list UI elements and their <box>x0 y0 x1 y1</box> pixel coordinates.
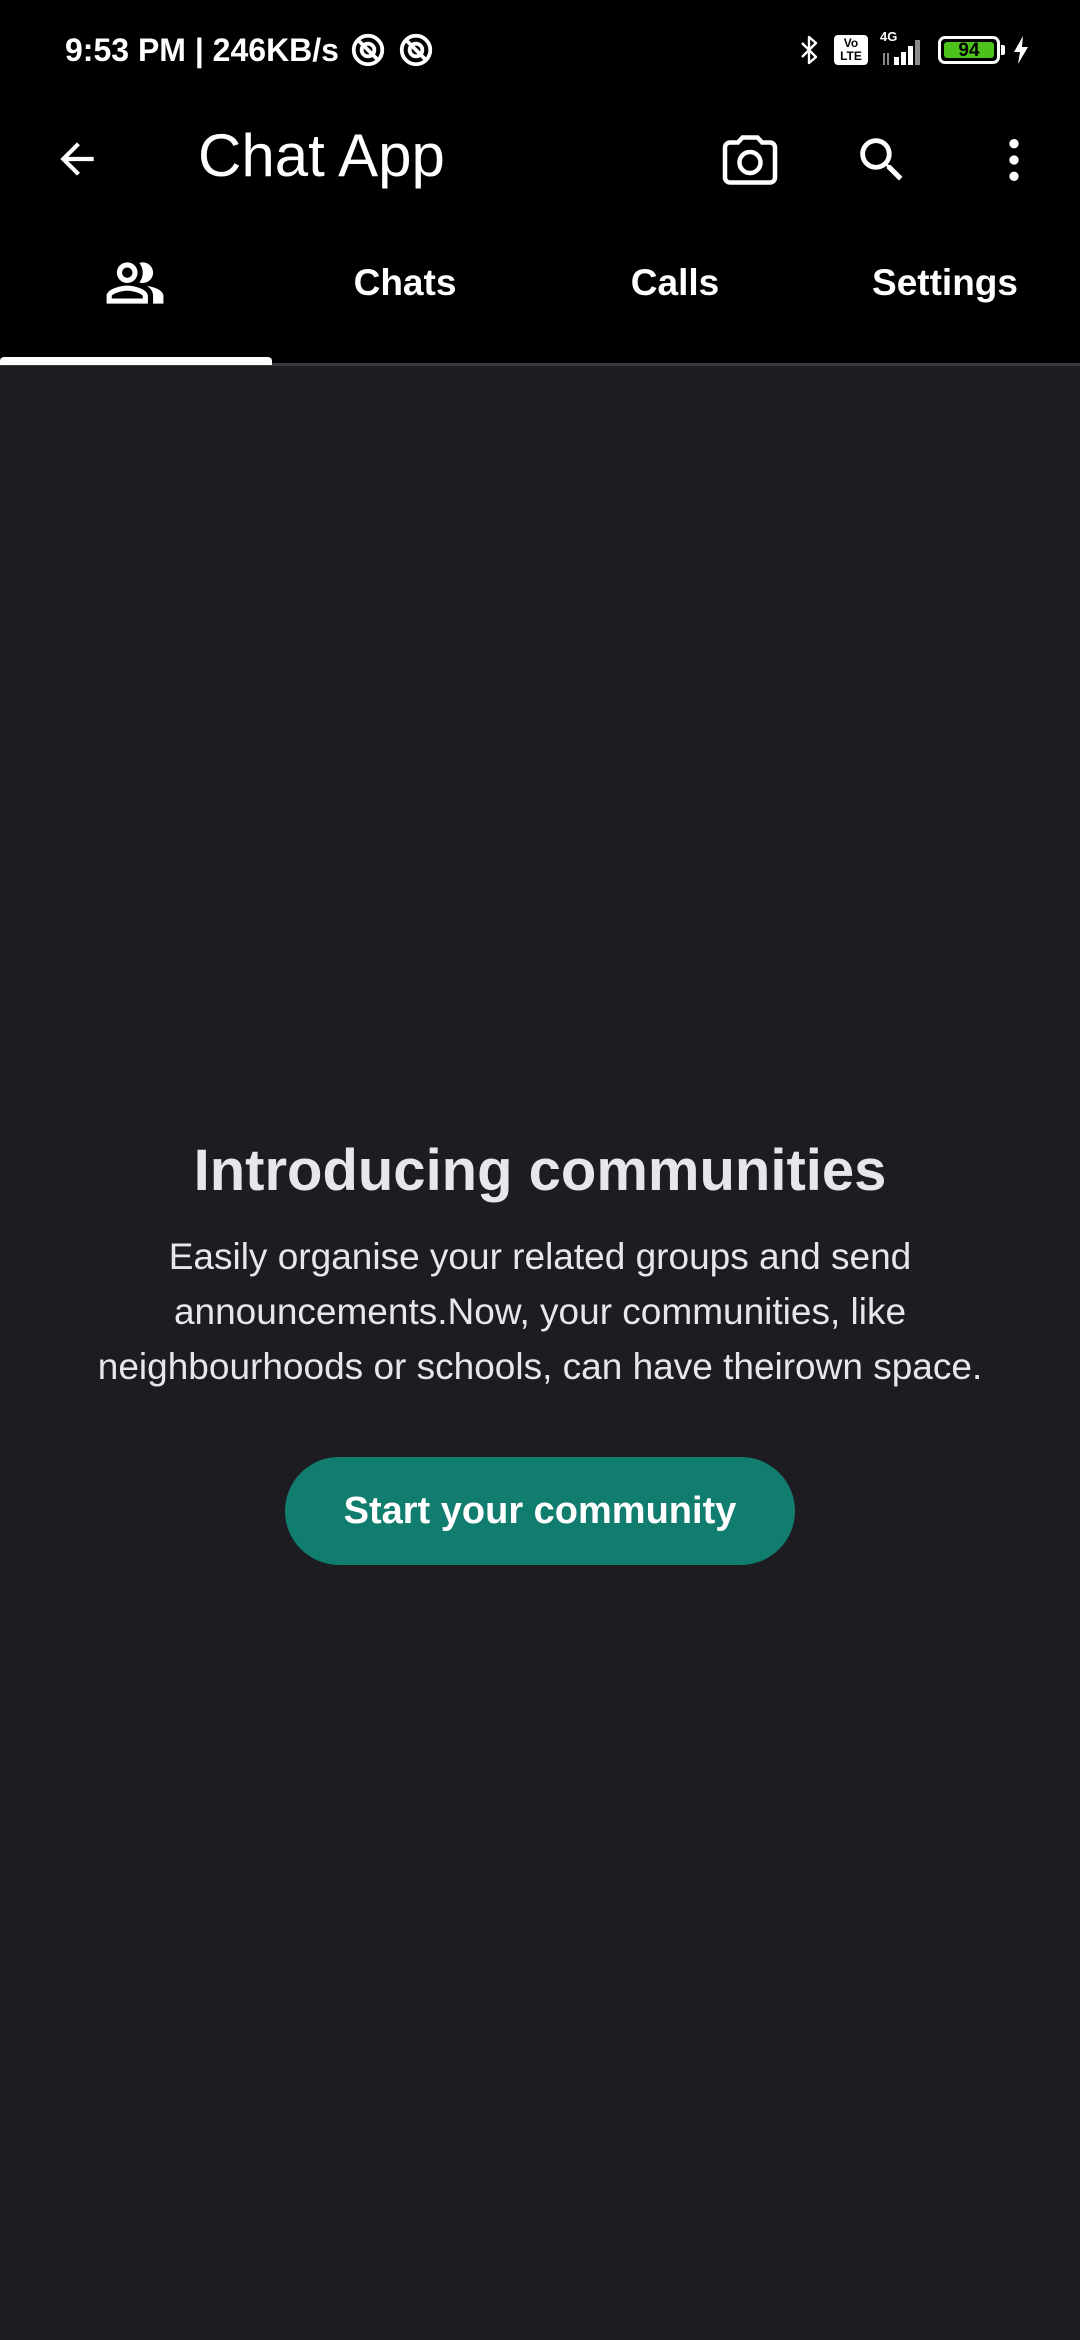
search-icon <box>860 138 903 181</box>
intro-title: Introducing communities <box>193 1138 887 1203</box>
communities-content: Introducing communities Easily organise … <box>0 366 1080 2340</box>
dnd-icon <box>351 33 385 67</box>
volte-icon: Vo LTE <box>834 35 868 65</box>
battery-icon: 94 <box>938 36 1005 64</box>
status-right: Vo LTE 4G 94 <box>798 29 1030 70</box>
tab-settings[interactable]: Settings <box>810 230 1080 336</box>
status-time-speed: 9:53 PM | 246KB/s <box>65 31 339 68</box>
signal-icon: 4G <box>880 29 926 67</box>
back-arrow-icon <box>60 142 94 176</box>
more-options-button[interactable] <box>974 120 1054 200</box>
app-title: Chat App <box>198 122 445 189</box>
tab-calls[interactable]: Calls <box>540 230 810 336</box>
tab-indicator <box>0 357 272 365</box>
intro-description: Easily organise your related groups and … <box>40 1229 1040 1394</box>
dnd-icon <box>399 33 433 67</box>
charging-icon <box>1014 36 1028 64</box>
status-bar: 9:53 PM | 246KB/s Vo LTE 4G 94 <box>0 0 1080 100</box>
status-left: 9:53 PM | 246KB/s <box>65 28 435 72</box>
app-bar: Chat App Chats Calls Settings <box>0 100 1080 310</box>
tab-communities[interactable] <box>0 230 270 336</box>
camera-button[interactable] <box>710 120 790 200</box>
start-community-button[interactable]: Start your community <box>285 1457 795 1565</box>
back-button[interactable] <box>40 122 114 196</box>
search-button[interactable] <box>842 120 922 200</box>
intro-line: neighbourhoods or schools, can have thei… <box>97 1346 983 1387</box>
tab-chats[interactable]: Chats <box>270 230 540 336</box>
bluetooth-icon <box>801 35 818 65</box>
intro-line: Easily organise your related groups and … <box>168 1236 912 1277</box>
community-icon <box>106 262 164 304</box>
camera-icon <box>722 135 778 185</box>
battery-percent: 94 <box>958 39 980 61</box>
more-vert-icon <box>1009 139 1019 181</box>
intro-line: announcements.Now, your communities, lik… <box>173 1291 907 1332</box>
volte-bottom: LTE <box>840 49 862 63</box>
